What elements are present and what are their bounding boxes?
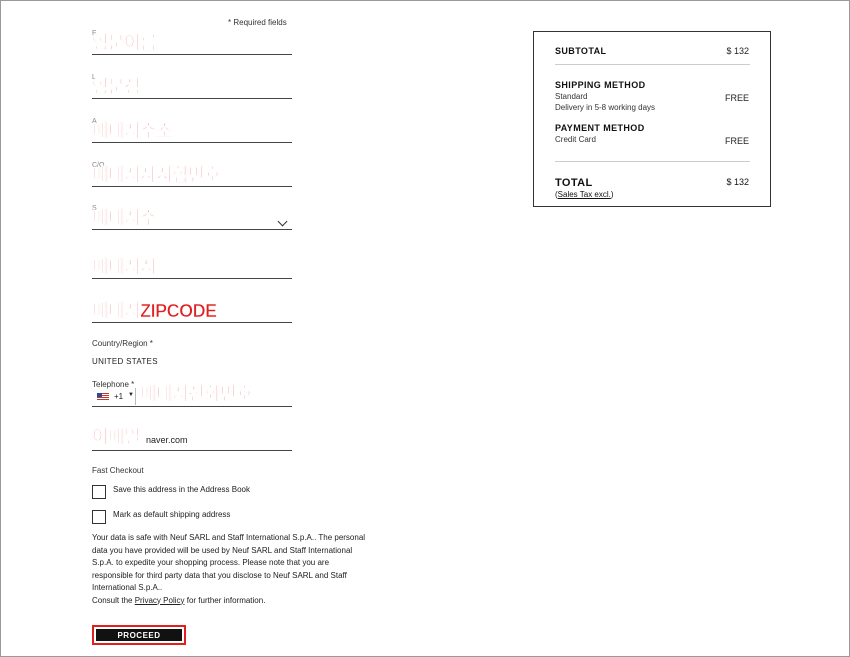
legal-line: Your data is safe with Neuf SARL and Sta…	[92, 533, 366, 542]
subtotal-label: SUBTOTAL	[555, 46, 607, 56]
save-address-checkbox[interactable]	[92, 485, 106, 499]
total-value: $ 132	[726, 177, 749, 187]
legal-line: International S.p.A..	[92, 583, 163, 592]
co-field[interactable]: C/O 배대지사서함번호	[92, 162, 292, 187]
default-shipping-checkbox[interactable]	[92, 510, 106, 524]
city-annotation: 배대지시	[92, 257, 157, 278]
legal-line: responsible for third party data that yo…	[92, 570, 347, 580]
telephone-separator	[135, 388, 136, 405]
proceed-button[interactable]: PROCEED	[96, 629, 182, 641]
shipping-value: FREE	[724, 93, 749, 103]
chevron-down-icon	[277, 216, 288, 227]
shipping-method-name: Standard	[555, 92, 588, 101]
telephone-annotation: 배대지전화번호	[140, 384, 254, 405]
last-name-field[interactable]: L 영문성	[92, 74, 292, 99]
order-summary: SUBTOTAL $ 132 SHIPPING METHOD Standard …	[533, 31, 771, 207]
co-annotation: 배대지사서함번호	[92, 165, 222, 186]
privacy-notice: Your data is safe with Neuf SARL and Sta…	[92, 532, 402, 607]
address-field[interactable]: A 배대지주소	[92, 118, 292, 143]
subtotal-value: $ 132	[726, 46, 749, 56]
tax-close: )	[610, 190, 614, 199]
sales-tax-note: (Sales Tax excl.)	[555, 190, 614, 199]
email-field[interactable]: naver.com 이메일	[92, 425, 292, 451]
state-annotation: 배대지주	[92, 208, 157, 229]
last-name-annotation: 영문성	[92, 77, 141, 98]
legal-line: S.p.A. to expedite your shopping process…	[92, 558, 330, 567]
shipping-method-label: SHIPPING METHOD	[555, 80, 646, 90]
address-annotation: 배대지주소	[92, 121, 173, 142]
summary-divider	[555, 161, 750, 162]
save-address-label[interactable]: Save this address in the Address Book	[113, 485, 250, 494]
shipping-method-detail: Delivery in 5-8 working days	[555, 103, 656, 112]
consult-suffix: for further information.	[184, 595, 266, 605]
fast-checkout-label: Fast Checkout	[92, 466, 144, 475]
country-label: Country/Region *	[92, 339, 153, 348]
sales-tax-link[interactable]: Sales Tax excl.	[558, 190, 611, 199]
city-field[interactable]: 배대지시	[92, 254, 292, 279]
payment-method-label: PAYMENT METHOD	[555, 123, 645, 133]
zip-field[interactable]: 배대지ZIPCODE	[92, 298, 292, 323]
telephone-field[interactable]: +1 ▼ 배대지전화번호	[92, 384, 292, 407]
zip-annotation: 배대지ZIPCODE	[92, 301, 218, 322]
state-select[interactable]: S 배대지주	[92, 205, 292, 230]
total-label: TOTAL	[555, 177, 593, 189]
first-name-annotation: 영문이름	[92, 33, 157, 54]
first-name-field[interactable]: F 영문이름	[92, 30, 292, 55]
proceed-button-highlight[interactable]: PROCEED	[92, 625, 186, 645]
payment-value: FREE	[724, 136, 749, 146]
country-value[interactable]: UNITED STATES	[92, 357, 158, 366]
email-value: naver.com	[146, 435, 188, 445]
email-annotation: 이메일	[92, 427, 141, 448]
payment-method-name: Credit Card	[555, 135, 596, 144]
caret-down-icon[interactable]: ▼	[128, 392, 134, 398]
dial-code[interactable]: +1	[114, 392, 123, 401]
required-fields-note: * Required fields	[228, 18, 287, 27]
default-shipping-label[interactable]: Mark as default shipping address	[113, 510, 230, 519]
summary-divider	[555, 64, 750, 65]
consult-prefix: Consult the	[92, 595, 135, 605]
legal-line: data you have provided will be used by N…	[92, 545, 353, 555]
us-flag-icon[interactable]	[97, 393, 109, 401]
privacy-policy-link[interactable]: Privacy Policy	[135, 596, 185, 605]
